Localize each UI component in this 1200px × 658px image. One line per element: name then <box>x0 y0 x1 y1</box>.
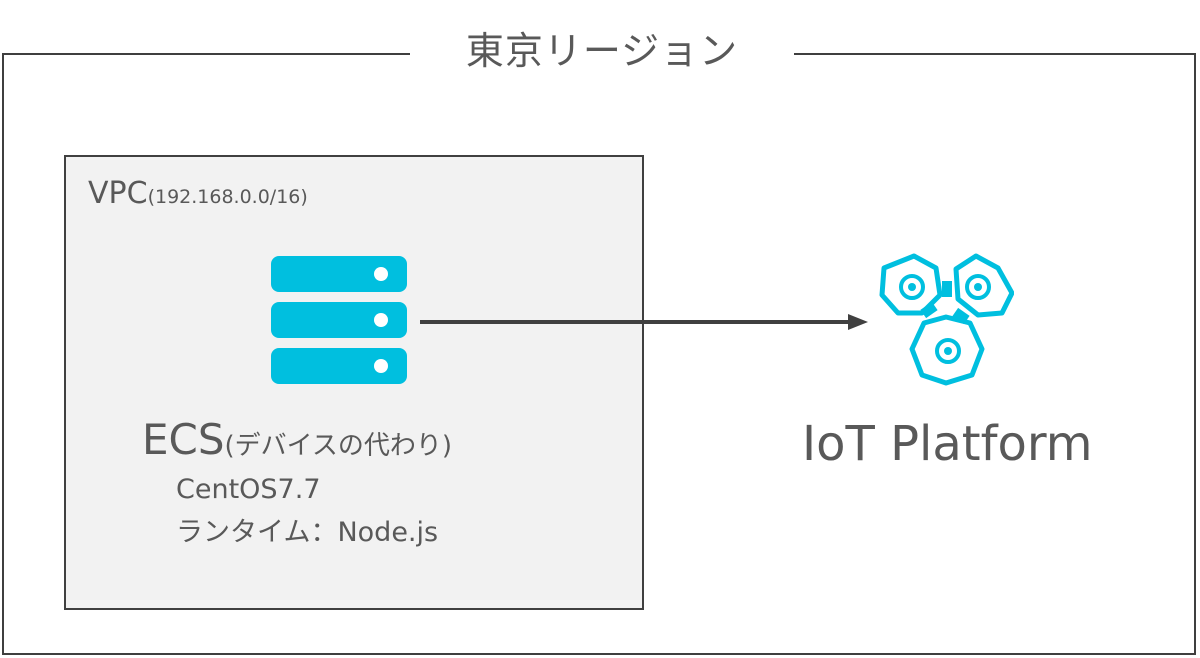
server-led <box>374 359 388 373</box>
server-icon <box>271 256 407 384</box>
vpc-label: VPC(192.168.0.0/16) <box>88 176 308 211</box>
ecs-note: (デバイスの代わり) <box>224 431 453 461</box>
hexagon <box>953 253 1014 318</box>
ecs-name: ECS <box>142 415 225 464</box>
server-led <box>374 267 388 281</box>
iot-platform-label: IoT Platform <box>802 416 1093 472</box>
iot-platform-icon <box>879 253 1014 386</box>
server-led <box>374 313 388 327</box>
vpc-cidr: (192.168.0.0/16) <box>147 186 308 208</box>
arrow-head <box>848 314 868 330</box>
node-dot <box>974 283 982 291</box>
connection-arrow <box>420 314 868 330</box>
ecs-os: CentOS7.7 <box>176 474 321 505</box>
link-block <box>942 281 952 297</box>
region-title: 東京リージョン <box>410 22 794 80</box>
ecs-runtime: ランタイム：Node.js <box>176 517 439 548</box>
vpc-name: VPC <box>88 176 148 211</box>
ecs-title: ECS(デバイスの代わり) <box>142 415 452 464</box>
node-dot <box>908 283 916 291</box>
link-block <box>920 301 938 319</box>
node-dot <box>944 347 952 355</box>
